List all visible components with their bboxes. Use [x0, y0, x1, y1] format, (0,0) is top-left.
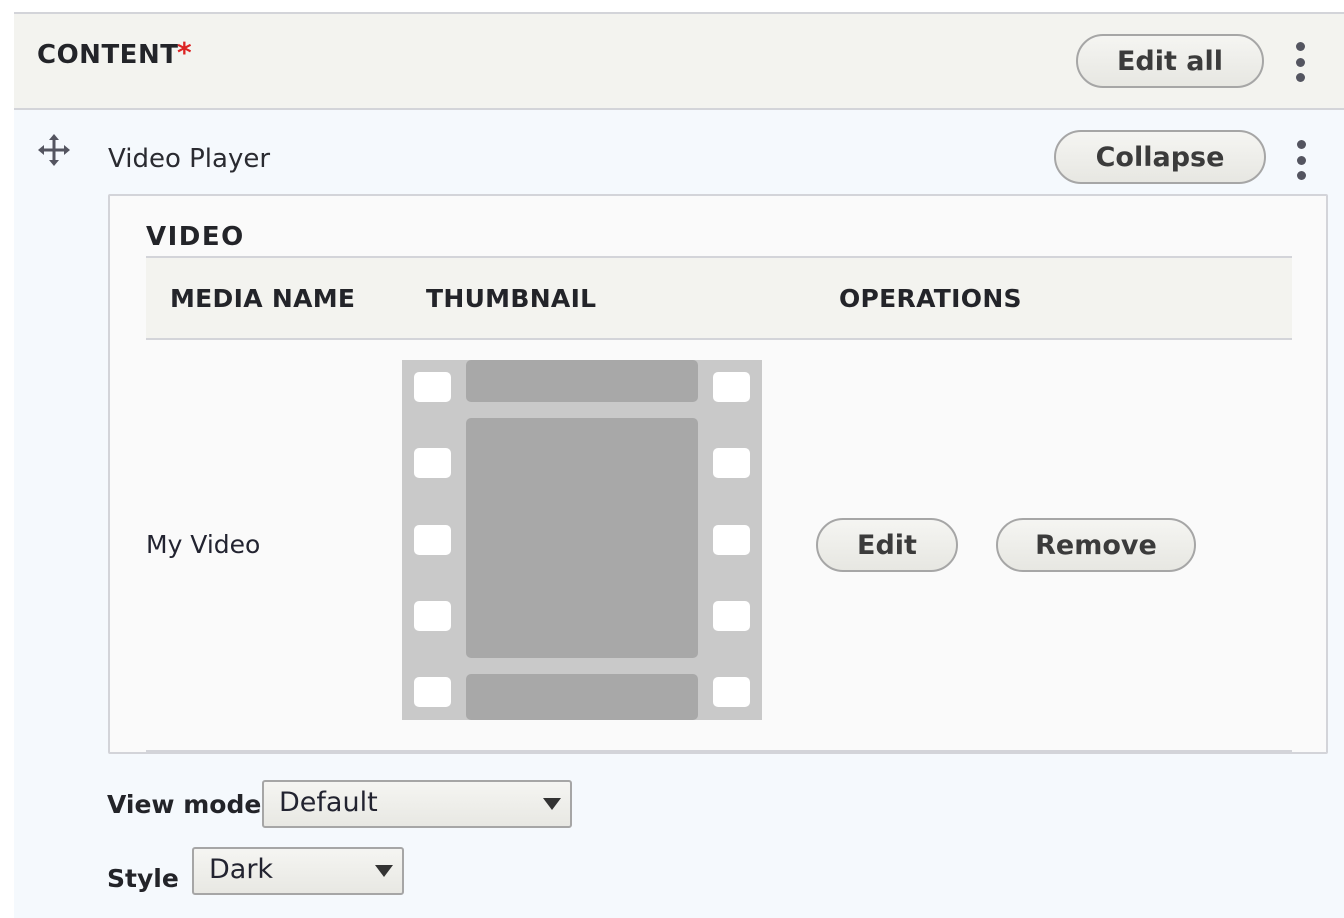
column-header-operations: OPERATIONS — [839, 284, 1022, 313]
paragraph-type-label: Video Player — [108, 144, 271, 174]
required-marker: * — [177, 36, 192, 69]
kebab-vertical-icon[interactable] — [1293, 140, 1309, 180]
move-arrows-icon[interactable] — [38, 134, 70, 166]
view-mode-select[interactable]: Default — [262, 780, 572, 828]
edit-all-button[interactable]: Edit all — [1076, 34, 1264, 88]
column-header-media-name: MEDIA NAME — [170, 284, 356, 313]
video-field-heading: VIDEO — [146, 222, 245, 252]
kebab-vertical-icon[interactable] — [1292, 42, 1308, 82]
media-table-header: MEDIA NAME THUMBNAIL OPERATIONS — [146, 256, 1292, 340]
paragraph-item-video-player: Video Player Collapse VIDEO MEDIA NAME T… — [14, 110, 1344, 918]
remove-media-button[interactable]: Remove — [996, 518, 1196, 572]
view-mode-label: View mode — [107, 790, 262, 819]
section-title: CONTENT — [37, 40, 179, 70]
edit-media-button[interactable]: Edit — [816, 518, 958, 572]
column-header-thumbnail: THUMBNAIL — [426, 284, 597, 313]
content-section-header: CONTENT * Edit all — [14, 12, 1344, 110]
media-name-cell: My Video — [146, 530, 261, 559]
chevron-down-icon — [543, 782, 561, 826]
style-selected-value: Dark — [209, 854, 274, 885]
style-select[interactable]: Dark — [192, 847, 404, 895]
film-strip-icon — [402, 360, 762, 720]
collapse-button[interactable]: Collapse — [1054, 130, 1266, 184]
table-row-divider — [146, 750, 1292, 752]
video-field-box: VIDEO MEDIA NAME THUMBNAIL OPERATIONS My… — [108, 194, 1328, 754]
chevron-down-icon — [375, 849, 393, 893]
style-label: Style — [107, 864, 179, 893]
view-mode-selected-value: Default — [279, 787, 378, 818]
